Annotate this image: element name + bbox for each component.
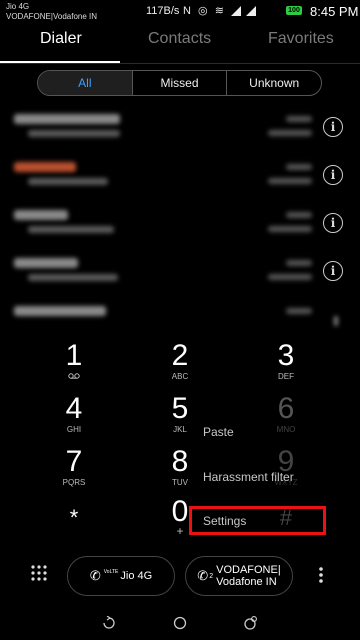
back-icon[interactable] [102, 615, 116, 635]
call-log-row[interactable]: i [0, 158, 360, 208]
menu-harassment-filter[interactable]: Harassment filter [203, 470, 294, 484]
menu-paste[interactable]: Paste [203, 425, 234, 439]
key-3[interactable]: 3 DEF [256, 340, 316, 382]
wifi-icon: ≋ [214, 5, 226, 17]
info-icon[interactable] [334, 316, 338, 326]
nfc-icon: N [183, 5, 193, 17]
call-log-name [14, 306, 106, 316]
home-icon[interactable] [173, 616, 187, 635]
info-icon[interactable]: i [323, 261, 343, 281]
call-log-date [268, 226, 312, 232]
key-6[interactable]: 6 MNO [256, 393, 316, 435]
call-log-row[interactable]: i [0, 110, 360, 160]
phone-icon: ✆ [197, 568, 209, 583]
filter-unknown[interactable]: Unknown [226, 71, 321, 95]
key-star[interactable]: * [44, 502, 104, 534]
call-log-name [14, 258, 78, 268]
sim2-slot: 2 [209, 572, 214, 580]
sim2-label-line1: VODAFONE| [216, 564, 281, 576]
call-log-date [268, 130, 312, 136]
call-log-row[interactable]: i [0, 254, 360, 304]
overflow-menu-icon[interactable] [318, 566, 324, 584]
call-log-row[interactable] [0, 302, 360, 332]
sim2-label-line2: Vodafone IN [216, 576, 277, 588]
key-7[interactable]: 7 PQRS [44, 446, 104, 488]
info-icon[interactable]: i [323, 213, 343, 233]
call-log-time [286, 164, 312, 170]
call-log-name [14, 114, 120, 124]
filter-missed[interactable]: Missed [131, 71, 227, 95]
key-4[interactable]: 4 GHI [44, 393, 104, 435]
call-sim2-button[interactable]: ✆ 2 VODAFONE| Vodafone IN [185, 556, 293, 596]
settings-highlight-box [189, 506, 326, 535]
sim2-labels: VODAFONE| Vodafone IN [216, 564, 281, 588]
volte-badge: VoLTE [103, 569, 119, 575]
signal-icon [230, 6, 241, 17]
call-log-name-missed [14, 162, 76, 172]
tab-dialer[interactable]: Dialer [40, 30, 82, 48]
key-1[interactable]: 1 [44, 340, 104, 381]
signal-2-icon [246, 6, 257, 17]
call-log-name [14, 210, 68, 220]
tab-divider [0, 63, 360, 64]
key-2[interactable]: 2 ABC [150, 340, 210, 382]
status-icons: N ◎ ≋ [183, 4, 257, 17]
call-log-detail [28, 178, 108, 185]
keypad-toggle-icon[interactable] [31, 565, 47, 581]
data-saver-icon: ◎ [198, 5, 210, 17]
info-icon[interactable]: i [323, 165, 343, 185]
system-navbar [0, 604, 360, 640]
filter-all[interactable]: All [38, 71, 132, 95]
call-log-date [268, 178, 312, 184]
recents-icon[interactable] [243, 615, 259, 636]
call-log-time [286, 212, 312, 218]
call-filter: All Missed Unknown [37, 70, 322, 96]
call-log-row[interactable]: i [0, 206, 360, 256]
key-8[interactable]: 8 TUV [150, 446, 210, 488]
key-5[interactable]: 5 JKL [150, 393, 210, 435]
network-speed: 117B/s [146, 5, 180, 17]
call-log-detail [28, 130, 120, 137]
clock: 8:45 PM [310, 4, 359, 19]
carrier-primary: Jio 4G [6, 2, 30, 11]
call-log-time [286, 116, 312, 122]
carrier-secondary: VODAFONE|Vodafone IN [6, 12, 98, 21]
call-log-detail [28, 274, 118, 281]
sim1-label: Jio 4G [120, 570, 153, 582]
info-icon[interactable]: i [323, 117, 343, 137]
call-log-time [286, 260, 312, 266]
call-log-date [268, 274, 312, 280]
phone-icon: ✆ [89, 568, 101, 583]
tab-contacts[interactable]: Contacts [148, 30, 211, 48]
call-log-detail [28, 226, 114, 233]
battery-icon: 100 [286, 6, 302, 15]
tab-favorites[interactable]: Favorites [268, 30, 334, 48]
call-sim1-button[interactable]: ✆ VoLTE Jio 4G [67, 556, 175, 596]
voicemail-icon [44, 372, 104, 381]
status-bar: Jio 4G VODAFONE|Vodafone IN 117B/s N ◎ ≋… [0, 0, 360, 24]
call-log-time [286, 308, 312, 314]
